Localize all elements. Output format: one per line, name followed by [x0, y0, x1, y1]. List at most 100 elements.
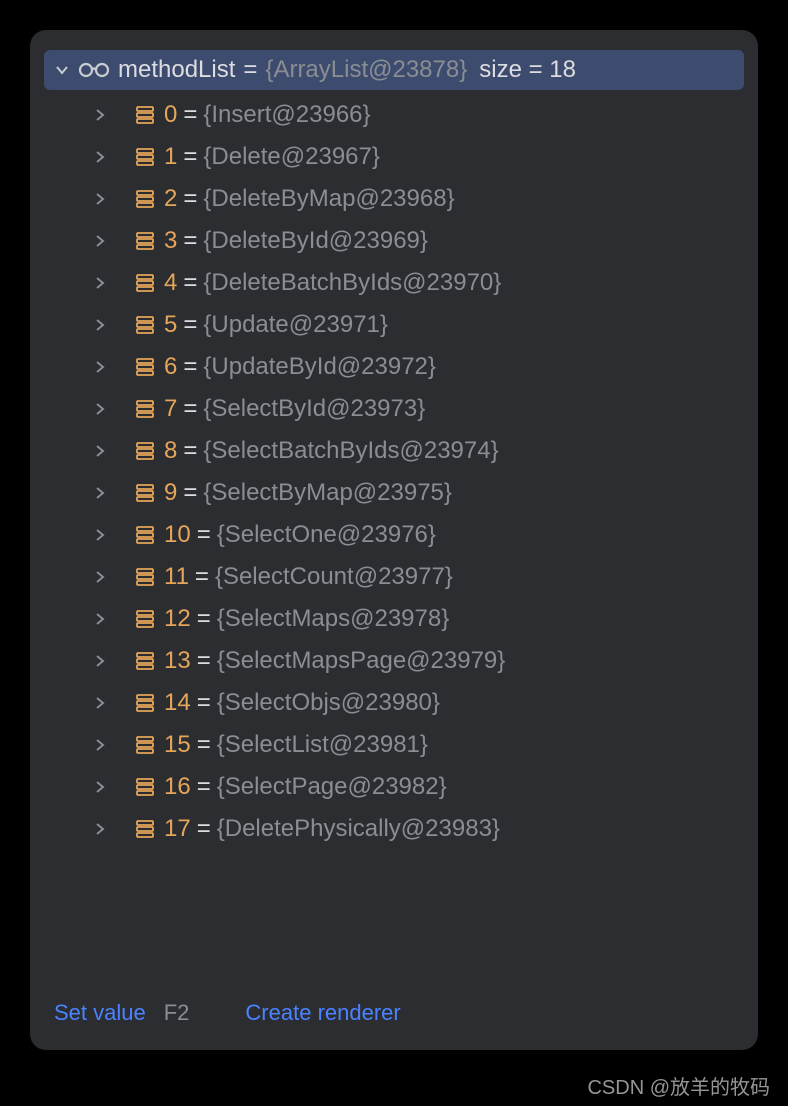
- tree-item-row[interactable]: 13={SelectMapsPage@23979}: [44, 640, 744, 682]
- chevron-right-icon[interactable]: [92, 235, 108, 247]
- tree-item-row[interactable]: 10={SelectOne@23976}: [44, 514, 744, 556]
- item-value: {UpdateById@23972}: [203, 353, 436, 380]
- equals-sign: =: [197, 731, 211, 758]
- item-value: {SelectById@23973}: [203, 395, 425, 422]
- chevron-right-icon[interactable]: [92, 319, 108, 331]
- tree-item-row[interactable]: 6={UpdateById@23972}: [44, 346, 744, 388]
- list-element-icon: [134, 356, 156, 378]
- tree-item-row[interactable]: 1={Delete@23967}: [44, 136, 744, 178]
- item-label: 15={SelectList@23981}: [164, 731, 428, 759]
- item-label: 17={DeletePhysically@23983}: [164, 815, 500, 843]
- chevron-right-icon[interactable]: [92, 571, 108, 583]
- tree-item-row[interactable]: 12={SelectMaps@23978}: [44, 598, 744, 640]
- list-element-icon: [134, 146, 156, 168]
- type-value: {ArrayList@23878}: [265, 56, 467, 84]
- item-label: 6={UpdateById@23972}: [164, 353, 436, 381]
- tree-item-row[interactable]: 3={DeleteById@23969}: [44, 220, 744, 262]
- chevron-right-icon[interactable]: [92, 277, 108, 289]
- list-element-icon: [134, 230, 156, 252]
- item-label: 16={SelectPage@23982}: [164, 773, 447, 801]
- item-label: 7={SelectById@23973}: [164, 395, 425, 423]
- equals-sign: =: [183, 185, 197, 212]
- tree-item-row[interactable]: 0={Insert@23966}: [44, 94, 744, 136]
- item-index: 10: [164, 521, 191, 548]
- item-index: 8: [164, 437, 177, 464]
- root-label: methodList = {ArrayList@23878} size = 18: [118, 56, 576, 84]
- tree-item-row[interactable]: 9={SelectByMap@23975}: [44, 472, 744, 514]
- chevron-right-icon[interactable]: [92, 487, 108, 499]
- item-index: 15: [164, 731, 191, 758]
- tree-item-row[interactable]: 15={SelectList@23981}: [44, 724, 744, 766]
- item-value: {SelectByMap@23975}: [203, 479, 452, 506]
- chevron-right-icon[interactable]: [92, 445, 108, 457]
- item-value: {SelectList@23981}: [217, 731, 428, 758]
- equals-sign: =: [183, 269, 197, 296]
- list-element-icon: [134, 650, 156, 672]
- tree-root-row[interactable]: methodList = {ArrayList@23878} size = 18: [44, 50, 744, 90]
- item-value: {Update@23971}: [203, 311, 388, 338]
- equals-sign: =: [197, 605, 211, 632]
- item-index: 4: [164, 269, 177, 296]
- list-element-icon: [134, 566, 156, 588]
- equals-sign: =: [183, 437, 197, 464]
- tree-item-row[interactable]: 17={DeletePhysically@23983}: [44, 808, 744, 850]
- list-element-icon: [134, 818, 156, 840]
- tree-children: 0={Insert@23966} 1={Delete@23967} 2={Del…: [44, 94, 744, 850]
- tree-item-row[interactable]: 2={DeleteByMap@23968}: [44, 178, 744, 220]
- item-index: 13: [164, 647, 191, 674]
- item-index: 7: [164, 395, 177, 422]
- item-label: 13={SelectMapsPage@23979}: [164, 647, 505, 675]
- list-element-icon: [134, 272, 156, 294]
- item-value: {Delete@23967}: [203, 143, 380, 170]
- tree-item-row[interactable]: 16={SelectPage@23982}: [44, 766, 744, 808]
- item-index: 11: [164, 563, 189, 590]
- chevron-right-icon[interactable]: [92, 361, 108, 373]
- item-value: {DeleteById@23969}: [203, 227, 428, 254]
- debug-variables-panel: methodList = {ArrayList@23878} size = 18…: [30, 30, 758, 1050]
- tree-item-row[interactable]: 8={SelectBatchByIds@23974}: [44, 430, 744, 472]
- chevron-right-icon[interactable]: [92, 655, 108, 667]
- watermark: CSDN @放羊的牧码: [587, 1071, 770, 1100]
- item-value: {SelectMapsPage@23979}: [217, 647, 506, 674]
- create-renderer-button[interactable]: Create renderer: [245, 1000, 400, 1026]
- equals-sign: =: [183, 395, 197, 422]
- chevron-right-icon[interactable]: [92, 109, 108, 121]
- list-element-icon: [134, 776, 156, 798]
- equals-sign: =: [183, 479, 197, 506]
- chevron-right-icon[interactable]: [92, 697, 108, 709]
- chevron-right-icon[interactable]: [92, 529, 108, 541]
- item-index: 6: [164, 353, 177, 380]
- item-value: {SelectObjs@23980}: [217, 689, 440, 716]
- chevron-right-icon[interactable]: [92, 823, 108, 835]
- equals-sign: =: [183, 353, 197, 380]
- item-value: {SelectPage@23982}: [217, 773, 447, 800]
- chevron-right-icon[interactable]: [92, 151, 108, 163]
- item-label: 0={Insert@23966}: [164, 101, 371, 129]
- item-value: {SelectMaps@23978}: [217, 605, 450, 632]
- chevron-right-icon[interactable]: [92, 403, 108, 415]
- list-element-icon: [134, 398, 156, 420]
- tree-item-row[interactable]: 14={SelectObjs@23980}: [44, 682, 744, 724]
- variable-name: methodList: [118, 56, 235, 84]
- equals-sign: =: [183, 143, 197, 170]
- list-element-icon: [134, 524, 156, 546]
- chevron-right-icon[interactable]: [92, 739, 108, 751]
- tree-item-row[interactable]: 5={Update@23971}: [44, 304, 744, 346]
- chevron-right-icon[interactable]: [92, 193, 108, 205]
- set-value-button[interactable]: Set value: [54, 1000, 146, 1026]
- chevron-right-icon[interactable]: [92, 781, 108, 793]
- tree-item-row[interactable]: 4={DeleteBatchByIds@23970}: [44, 262, 744, 304]
- item-value: {SelectCount@23977}: [215, 563, 453, 590]
- item-label: 3={DeleteById@23969}: [164, 227, 428, 255]
- tree-item-row[interactable]: 11={SelectCount@23977}: [44, 556, 744, 598]
- chevron-right-icon[interactable]: [92, 613, 108, 625]
- tree-item-row[interactable]: 7={SelectById@23973}: [44, 388, 744, 430]
- equals-sign: =: [197, 773, 211, 800]
- equals-sign: =: [197, 521, 211, 548]
- chevron-down-icon[interactable]: [54, 63, 70, 77]
- list-element-icon: [134, 104, 156, 126]
- item-label: 1={Delete@23967}: [164, 143, 380, 171]
- list-element-icon: [134, 314, 156, 336]
- item-label: 14={SelectObjs@23980}: [164, 689, 440, 717]
- item-label: 11={SelectCount@23977}: [164, 563, 453, 591]
